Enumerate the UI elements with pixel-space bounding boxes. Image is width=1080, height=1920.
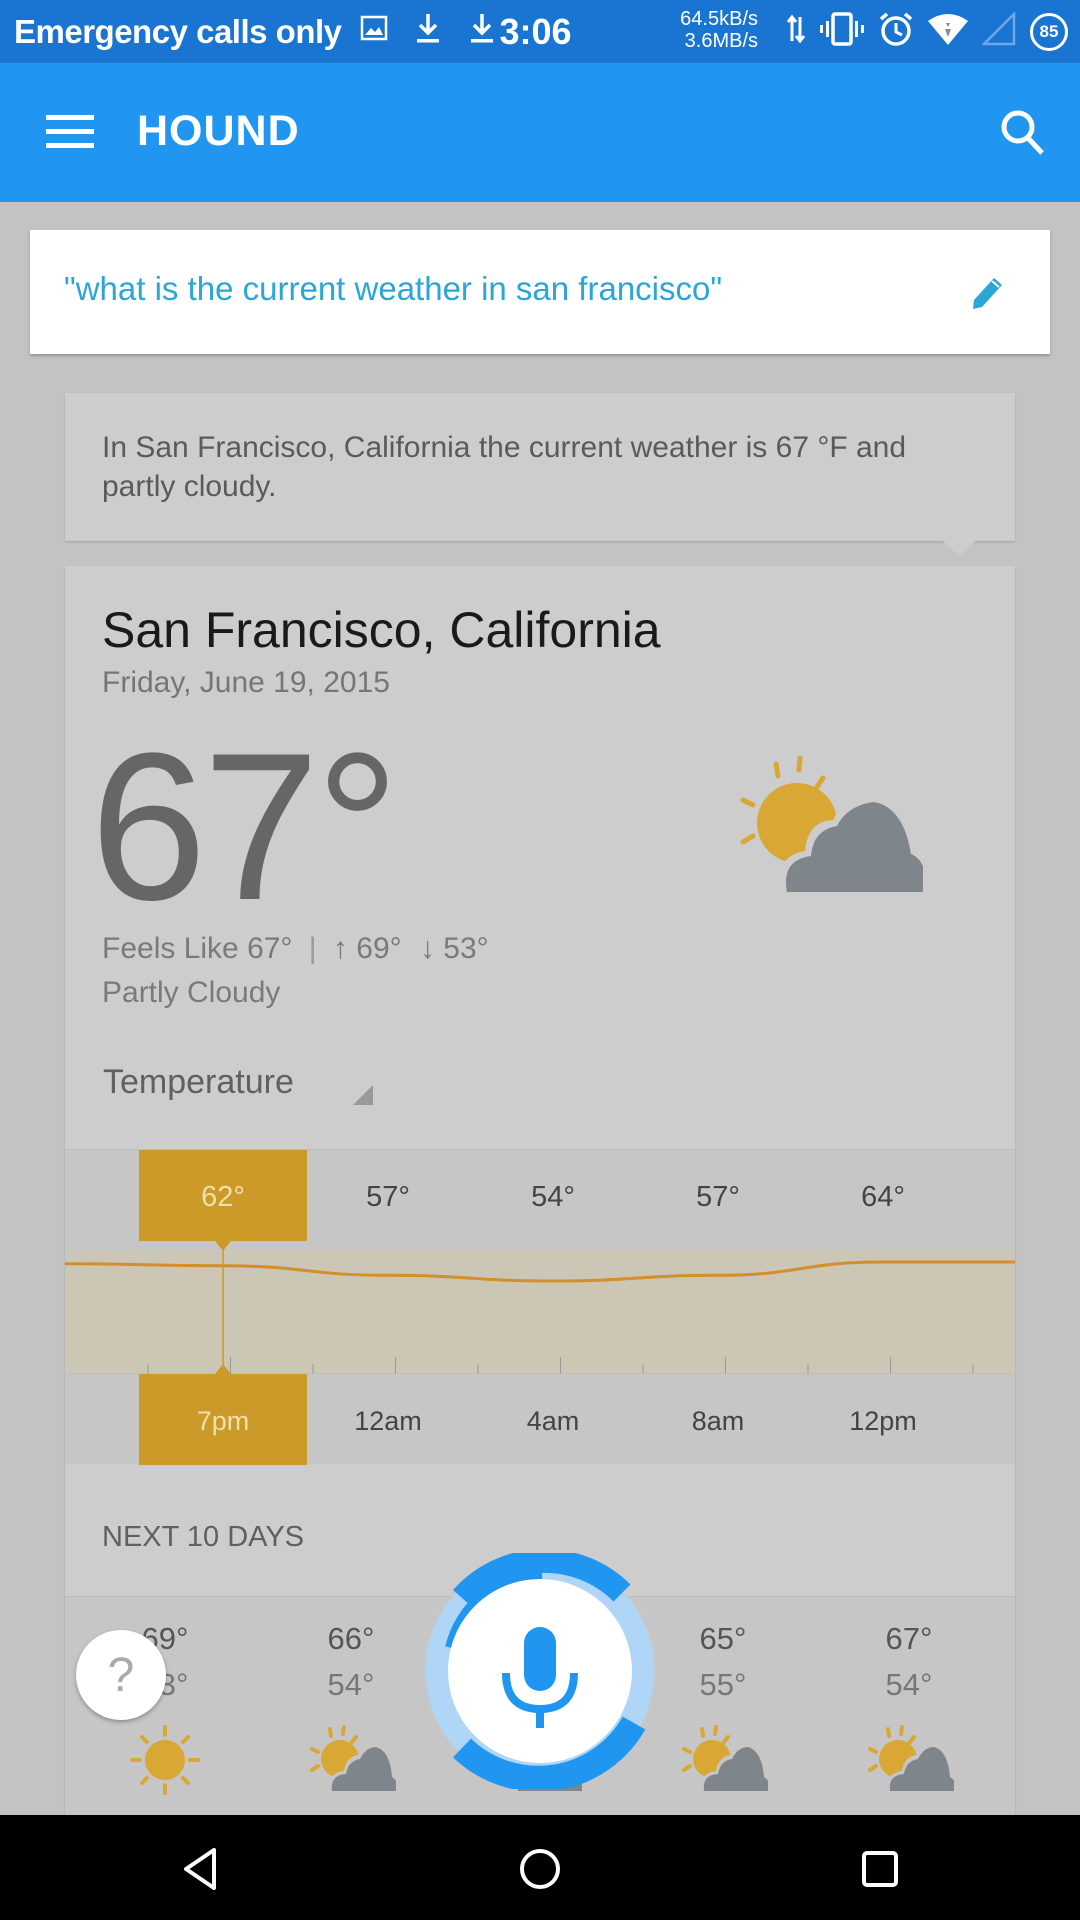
mic-button[interactable] bbox=[422, 1548, 658, 1792]
hourly-time-label: 12pm bbox=[849, 1406, 917, 1436]
cell-signal-icon bbox=[980, 10, 1016, 51]
download-icon bbox=[468, 12, 496, 52]
temperature-summary: Feels Like 67° | ↑ 69° ↓ 53° bbox=[102, 932, 489, 966]
query-text: "what is the current weather in san fran… bbox=[64, 270, 723, 307]
hourly-chart[interactable]: 62° 57° 54° 57° 64° 7pm 12am 4am 8am 12pm bbox=[65, 1149, 1015, 1465]
alarm-icon bbox=[878, 11, 914, 52]
partly-cloudy-icon bbox=[663, 1725, 783, 1800]
download-speed: 3.6MB/s bbox=[684, 30, 758, 52]
hourly-temp-label: 64° bbox=[861, 1181, 905, 1213]
data-transfer-icon bbox=[786, 13, 806, 50]
feels-like: Feels Like 67° bbox=[102, 932, 293, 965]
day-high: 66° bbox=[327, 1621, 375, 1656]
day-high: 67° bbox=[885, 1621, 933, 1656]
wifi-icon bbox=[928, 13, 968, 50]
app-bar: HOUND bbox=[0, 63, 1080, 202]
answer-text: In San Francisco, California the current… bbox=[102, 431, 907, 503]
current-temperature: 67° bbox=[90, 709, 400, 944]
condition-text: Partly Cloudy bbox=[102, 976, 281, 1009]
query-card[interactable]: "what is the current weather in san fran… bbox=[30, 230, 1050, 354]
hourly-temp-label: 57° bbox=[366, 1181, 410, 1213]
day-low: 55° bbox=[699, 1667, 747, 1702]
search-icon[interactable] bbox=[1000, 109, 1046, 162]
hourly-time-label: 8am bbox=[692, 1406, 745, 1436]
carrier-text: Emergency calls only bbox=[14, 12, 342, 50]
download-icon bbox=[414, 12, 442, 52]
bubble-tail bbox=[943, 541, 975, 556]
recents-icon[interactable] bbox=[850, 1839, 910, 1899]
high-temp: ↑ 69° bbox=[332, 932, 402, 965]
back-icon[interactable] bbox=[170, 1839, 230, 1899]
upload-speed: 64.5kB/s bbox=[680, 8, 758, 30]
day-forecast[interactable]: 66° 54° bbox=[291, 1621, 411, 1800]
day-forecast[interactable]: 65° 55° bbox=[663, 1621, 783, 1800]
partly-cloudy-icon bbox=[849, 1725, 969, 1800]
network-speed: 64.5kB/s 3.6MB/s bbox=[666, 8, 758, 52]
date: Friday, June 19, 2015 bbox=[102, 666, 390, 699]
hamburger-menu-icon[interactable] bbox=[46, 115, 94, 149]
partly-cloudy-icon bbox=[291, 1725, 411, 1800]
pencil-icon[interactable] bbox=[970, 274, 1004, 315]
low-temp: ↓ 53° bbox=[419, 932, 489, 965]
day-low: 54° bbox=[885, 1667, 933, 1702]
home-icon[interactable] bbox=[510, 1839, 570, 1899]
separator: | bbox=[308, 932, 317, 965]
hourly-time-label: 4am bbox=[527, 1406, 580, 1436]
clock: 3:06 bbox=[499, 10, 572, 52]
dropdown-arrow-icon[interactable] bbox=[353, 1085, 373, 1105]
hourly-time-label: 12am bbox=[354, 1406, 422, 1436]
sunny-icon bbox=[105, 1725, 225, 1800]
answer-bubble: In San Francisco, California the current… bbox=[65, 393, 1015, 556]
hourly-temp-label: 57° bbox=[696, 1181, 740, 1213]
help-button[interactable]: ? bbox=[76, 1630, 166, 1720]
vibrate-icon bbox=[820, 12, 864, 51]
hourly-chart-svg: 62° 57° 54° 57° 64° 7pm 12am 4am 8am 12pm bbox=[65, 1150, 1015, 1465]
status-bar: Emergency calls only 3:06 64.5kB/s 3.6MB… bbox=[0, 0, 1080, 63]
metric-selector[interactable]: Temperature bbox=[103, 1063, 294, 1102]
hourly-time-label: 7pm bbox=[197, 1406, 250, 1436]
day-forecast[interactable]: 67° 54° bbox=[849, 1621, 969, 1800]
hourly-temp-label: 54° bbox=[531, 1181, 575, 1213]
partly-cloudy-icon bbox=[713, 755, 935, 911]
day-high: 65° bbox=[699, 1621, 747, 1656]
city-name: San Francisco, California bbox=[102, 602, 661, 658]
image-icon bbox=[360, 15, 388, 49]
day-low: 54° bbox=[327, 1667, 375, 1702]
battery-indicator: 85 bbox=[1030, 12, 1068, 51]
hourly-temp-label: 62° bbox=[201, 1181, 245, 1213]
next-10-days-label: NEXT 10 DAYS bbox=[102, 1521, 305, 1553]
app-title: HOUND bbox=[137, 107, 300, 155]
navigation-bar bbox=[0, 1815, 1080, 1920]
